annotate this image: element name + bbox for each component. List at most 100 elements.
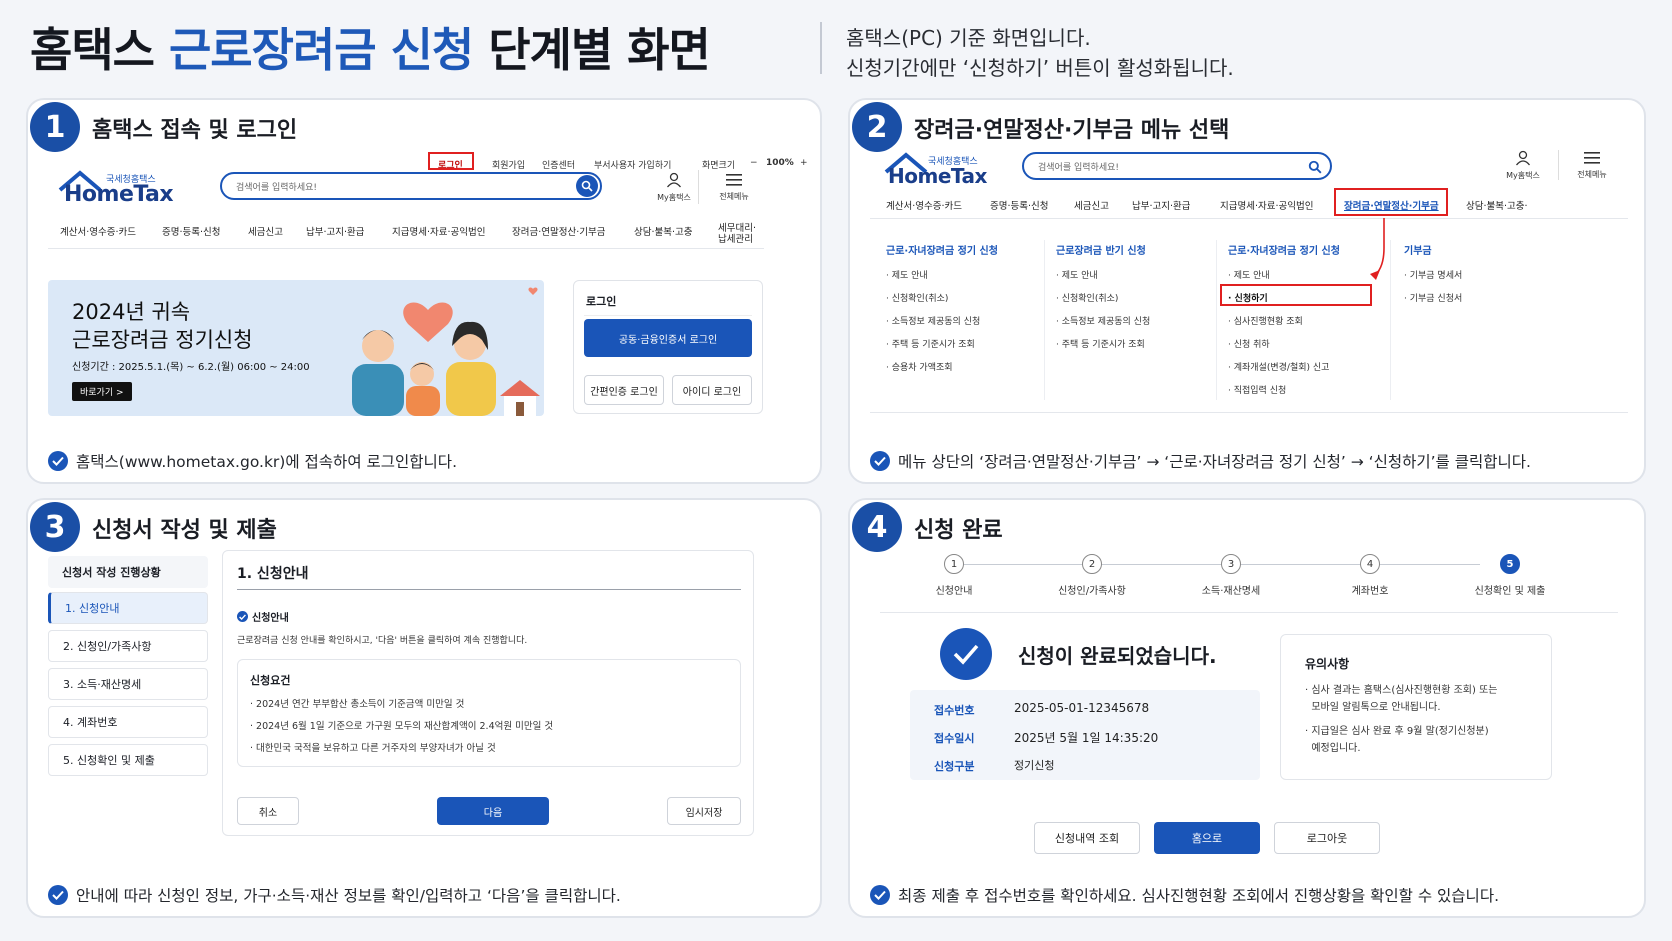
col3-item[interactable]: · 심사진행현황 조회 (1228, 314, 1303, 327)
caption-text-4: 최종 제출 후 접수번호를 확인하세요. 심사진행현황 조회에서 진행상황을 확… (898, 887, 1500, 905)
receipt-value: 정기신청 (1014, 759, 1055, 772)
col3-item[interactable]: · 직접입력 신청 (1228, 383, 1286, 396)
id-login-button[interactable]: 아이디 로그인 (672, 375, 752, 405)
caption-step-3: 안내에 따라 신청인 정보, 가구·소득·재산 정보를 확인/입력하고 ‘다음’… (48, 884, 621, 906)
title-part1: 홈택스 (30, 23, 169, 77)
stepper-dot-5: 5 (1500, 554, 1520, 574)
col3-item[interactable]: · 신청 취하 (1228, 337, 1270, 350)
cert-login-button[interactable]: 공동·금융인증서 로그인 (584, 319, 752, 357)
requirement-item: · 대한민국 국적을 보유하고 다른 거주자의 부양자녀가 아닐 것 (250, 743, 496, 754)
guide-title: 신청안내 (252, 613, 289, 624)
application-form: 1. 신청안내 신청안내 근로장려금 신청 안내를 확인하시고, '다음' 버튼… (222, 550, 754, 836)
search-icon (1308, 160, 1322, 174)
form-title: 1. 신청안내 (237, 566, 309, 582)
col1-head[interactable]: 근로·자녀장려금 정기 신청 (886, 242, 998, 257)
guide-text: 근로장려금 신청 안내를 확인하시고, '다음' 버튼을 클릭하여 계속 진행합… (237, 636, 528, 646)
small-heart-icon (528, 287, 538, 295)
col1-item[interactable]: · 제도 안내 (886, 268, 928, 281)
banner-go-button[interactable]: 바로가기 > (72, 382, 132, 401)
col4-item[interactable]: · 기부금 신청서 (1404, 291, 1462, 304)
menu2-payment[interactable]: 납부·고지·환급 (1132, 198, 1190, 212)
col2-item[interactable]: · 소득정보 제공동의 신청 (1056, 314, 1150, 327)
home-button[interactable]: 홈으로 (1154, 822, 1260, 854)
col2-item[interactable]: · 주택 등 기준시가 조회 (1056, 337, 1145, 350)
all-menu-label-2: 전체메뉴 (1577, 170, 1607, 179)
progress-step-submit[interactable]: 5. 신청확인 및 제출 (48, 744, 208, 776)
check-icon (48, 451, 68, 471)
col1-item[interactable]: · 신청확인(취소) (886, 291, 948, 304)
col4-head[interactable]: 기부금 (1404, 242, 1432, 257)
temp-save-button[interactable]: 임시저장 (667, 797, 741, 825)
menu2-invoice[interactable]: 계산서·영수증·카드 (886, 198, 962, 212)
simple-auth-login-button[interactable]: 간편인증 로그인 (584, 375, 664, 405)
all-menu-button[interactable]: 전체메뉴 (714, 172, 754, 202)
dept-user-link[interactable]: 부서사용자 가입하기 (594, 158, 671, 171)
menu-tax-report[interactable]: 세금신고 (248, 224, 283, 238)
progress-step-income[interactable]: 3. 소득·재산명세 (48, 668, 208, 700)
search-button-2[interactable] (1308, 159, 1322, 178)
menu-certificate[interactable]: 증명·등록·신청 (162, 224, 220, 238)
menu2-certificate[interactable]: 증명·등록·신청 (990, 198, 1048, 212)
search-button[interactable] (576, 175, 598, 197)
login-card: 로그인 공동·금융인증서 로그인 간편인증 로그인 아이디 로그인 (573, 280, 763, 414)
menu-incentive[interactable]: 장려금·연말정산·기부금 (512, 224, 605, 238)
logo-main-text: HomeTax (64, 182, 174, 207)
menu-tax-manage[interactable]: 납세관리 (718, 231, 753, 245)
notice-box: 유의사항 · 심사 결과는 홈택스(심사진행현황 조회) 또는 모바일 알림톡으… (1280, 634, 1552, 780)
logout-button[interactable]: 로그아웃 (1274, 822, 1380, 854)
progress-step-account[interactable]: 4. 계좌번호 (48, 706, 208, 738)
all-menu-button-2[interactable]: 전체메뉴 (1572, 150, 1612, 180)
col3-item[interactable]: · 제도 안내 (1228, 268, 1270, 281)
history-button[interactable]: 신청내역 조회 (1034, 822, 1140, 854)
menu-invoice[interactable]: 계산서·영수증·카드 (60, 224, 136, 238)
col2-head[interactable]: 근로장려금 반기 신청 (1056, 242, 1146, 257)
step-number-3: 3 (30, 502, 80, 552)
signup-link[interactable]: 회원가입 (492, 158, 525, 171)
zoom-level: 100% (766, 158, 794, 168)
person-icon (1515, 150, 1531, 166)
receipt-info-table: 접수번호 2025-05-01-12345678 접수일시 2025년 5월 1… (910, 690, 1260, 780)
subtitle-line-1: 홈택스(PC) 기준 화면입니다. (846, 26, 1091, 50)
search-input-2[interactable]: 검색어를 입력하세요! (1022, 152, 1332, 180)
search-placeholder-2: 검색어를 입력하세요! (1038, 163, 1119, 173)
search-input[interactable]: 검색어를 입력하세요! (220, 172, 602, 200)
menu2-statements[interactable]: 지급명세·자료·공익법인 (1220, 198, 1313, 212)
login-title: 로그인 (586, 295, 617, 308)
col3-item[interactable]: · 계좌개설(변경/철회) 신고 (1228, 360, 1329, 373)
header-divider (698, 170, 699, 204)
col2-item[interactable]: · 제도 안내 (1056, 268, 1098, 281)
step-title-2: 장려금·연말정산·기부금 메뉴 선택 (914, 118, 1230, 143)
col1-item[interactable]: · 소득정보 제공동의 신청 (886, 314, 980, 327)
zoom-in-button[interactable]: + (800, 158, 808, 168)
zoom-out-button[interactable]: − (750, 158, 758, 168)
col4-item[interactable]: · 기부금 명세서 (1404, 268, 1462, 281)
stepper-label: 신청인/가족사항 (1058, 586, 1126, 597)
search-placeholder: 검색어를 입력하세요! (236, 183, 317, 193)
step-title-3: 신청서 작성 및 제출 (92, 518, 277, 543)
progress-heading: 신청서 작성 진행상황 (48, 556, 208, 588)
dropdown-bottom-divider (870, 412, 1628, 413)
menu-payment[interactable]: 납부·고지·환급 (306, 224, 364, 238)
receipt-key: 접수일시 (934, 732, 975, 745)
col3-head[interactable]: 근로·자녀장려금 정기 신청 (1228, 242, 1340, 257)
progress-step-guide[interactable]: 1. 신청안내 (48, 592, 208, 624)
next-button[interactable]: 다음 (437, 797, 549, 825)
stepper-dot-4: 4 (1360, 554, 1380, 574)
col1-item[interactable]: · 주택 등 기준시가 조회 (886, 337, 975, 350)
banner-period: 신청기간 : 2025.5.1.(목) ~ 6.2.(월) 06:00 ~ 24… (72, 362, 310, 373)
menu-statements[interactable]: 지급명세·자료·공익법인 (392, 224, 485, 238)
receipt-key: 접수번호 (934, 704, 975, 717)
col2-item[interactable]: · 신청확인(취소) (1056, 291, 1118, 304)
my-hometax-button-2[interactable]: My홈택스 (1502, 150, 1544, 181)
progress-step-applicant[interactable]: 2. 신청인/가족사항 (48, 630, 208, 662)
my-hometax-button[interactable]: My홈택스 (654, 172, 694, 203)
promo-banner[interactable]: 2024년 귀속 근로장려금 정기신청 신청기간 : 2025.5.1.(목) … (48, 280, 544, 416)
menu-consult[interactable]: 상담·불복·고충 (634, 224, 692, 238)
menu-divider-2 (870, 218, 1628, 219)
caption-step-4: 최종 제출 후 접수번호를 확인하세요. 심사진행현황 조회에서 진행상황을 확… (870, 884, 1499, 906)
cert-center-link[interactable]: 인증센터 (542, 158, 575, 171)
col1-item[interactable]: · 승용차 가액조회 (886, 360, 953, 373)
menu2-consult[interactable]: 상담·불복·고충· (1466, 198, 1528, 212)
menu2-tax-report[interactable]: 세금신고 (1074, 198, 1109, 212)
cancel-button[interactable]: 취소 (237, 797, 299, 825)
